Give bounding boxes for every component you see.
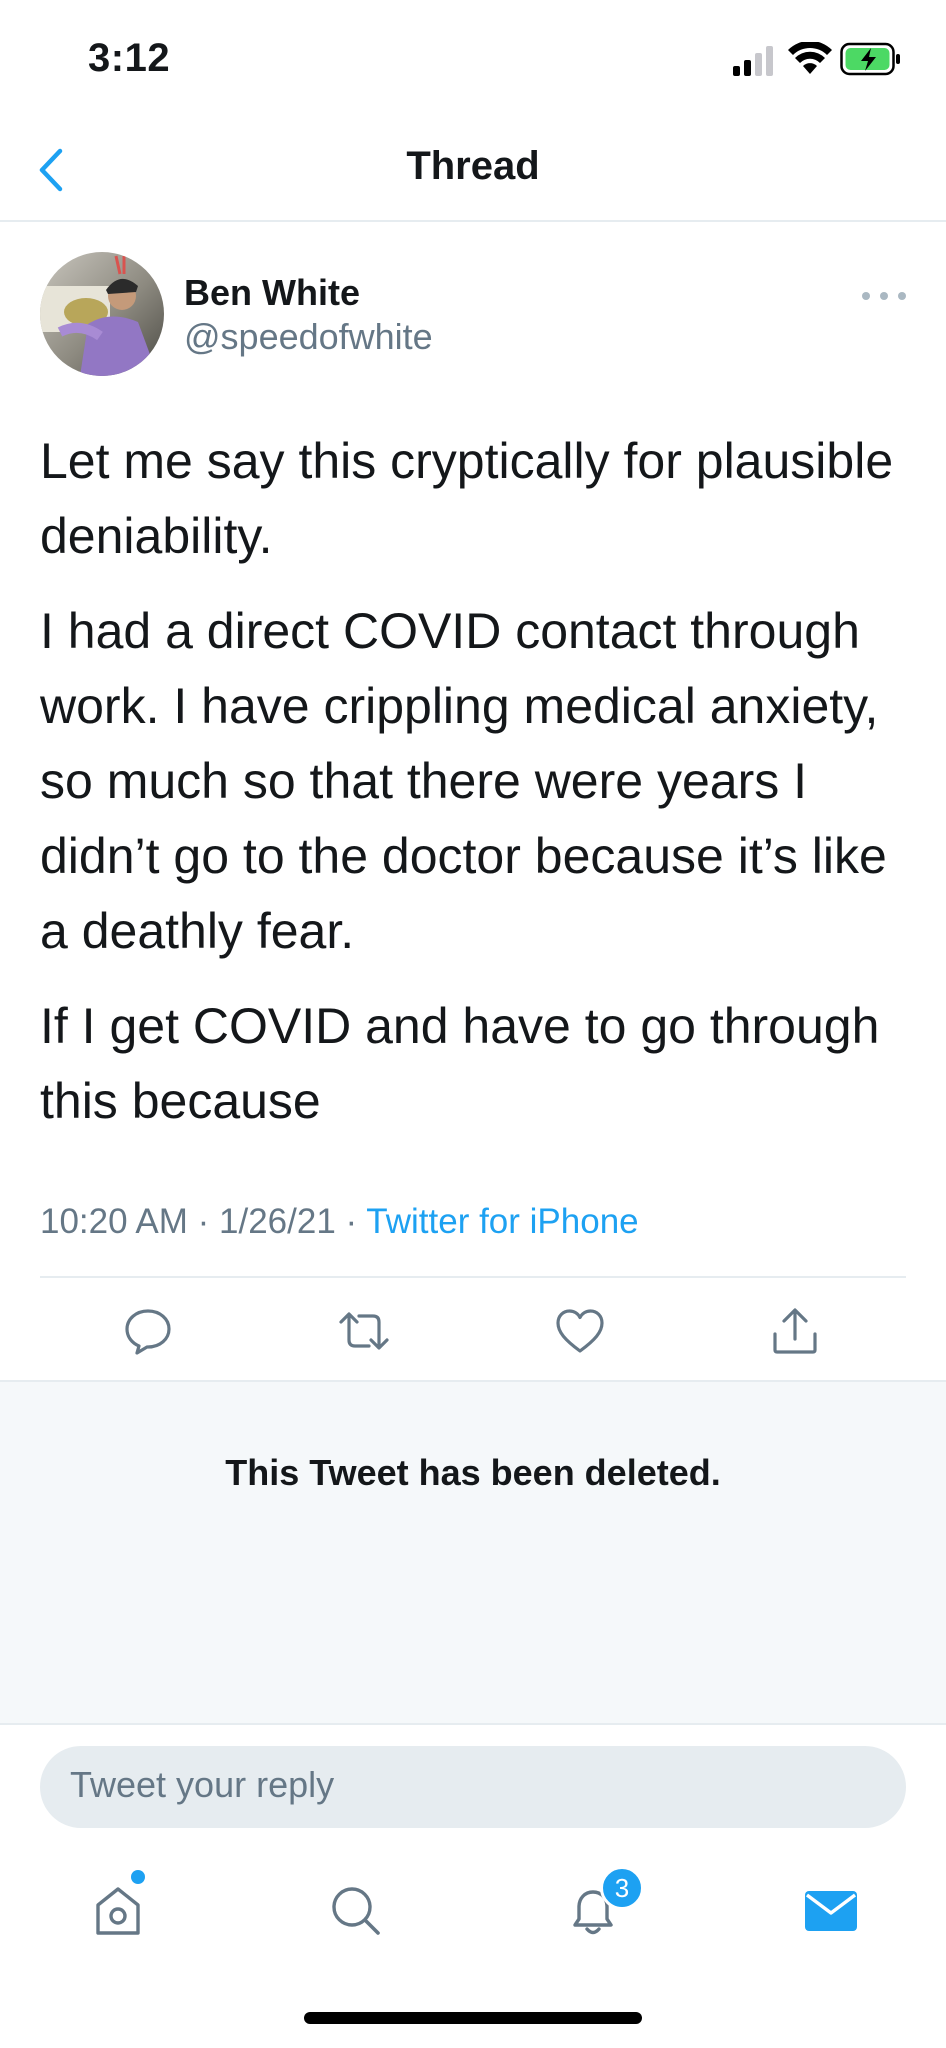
tweet-paragraph: I had a direct COVID contact through wor… xyxy=(40,603,887,959)
tab-bar: 3 xyxy=(0,1860,946,1970)
wifi-icon xyxy=(788,42,832,74)
share-button[interactable] xyxy=(768,1304,822,1358)
mail-icon xyxy=(805,1891,857,1931)
deleted-tweet-notice: This Tweet has been deleted. xyxy=(0,1380,946,1725)
author-handle[interactable]: @speedofwhite xyxy=(184,316,433,358)
home-indicator xyxy=(304,2012,642,2024)
tweet-paragraph: If I get COVID and have to go through th… xyxy=(40,998,880,1129)
author-name[interactable]: Ben White xyxy=(184,272,360,314)
reply-bar[interactable]: Tweet your reply xyxy=(40,1746,906,1828)
tweet-text: Let me say this cryptically for plausibl… xyxy=(40,424,920,1159)
retweet-button[interactable] xyxy=(337,1304,391,1358)
tab-home[interactable] xyxy=(83,1876,153,1946)
tweet-paragraph: Let me say this cryptically for plausibl… xyxy=(40,433,894,564)
tweet-source-link[interactable]: Twitter for iPhone xyxy=(366,1202,638,1241)
like-button[interactable] xyxy=(553,1304,607,1358)
reply-button[interactable] xyxy=(121,1304,175,1358)
status-bar: 3:12 xyxy=(0,0,946,120)
comment-icon xyxy=(125,1309,171,1355)
notifications-badge: 3 xyxy=(600,1866,644,1910)
avatar[interactable] xyxy=(40,252,164,376)
avatar-photo xyxy=(40,252,164,376)
deleted-tweet-text: This Tweet has been deleted. xyxy=(225,1452,721,1493)
meta-separator: · xyxy=(197,1202,210,1241)
more-horizontal-icon xyxy=(862,292,870,300)
status-time: 3:12 xyxy=(88,36,171,80)
tweet-time: 10:20 AM xyxy=(40,1202,188,1241)
search-icon xyxy=(332,1887,380,1935)
heart-icon xyxy=(556,1309,604,1353)
home-icon xyxy=(96,1887,140,1935)
tab-search[interactable] xyxy=(321,1876,391,1946)
tweet-meta: 10:20 AM · 1/26/21 · Twitter for iPhone xyxy=(40,1202,639,1242)
cellular-signal-icon xyxy=(733,46,773,76)
more-options-button[interactable] xyxy=(862,286,906,306)
share-icon xyxy=(773,1308,817,1354)
tweet-date: 1/26/21 xyxy=(219,1202,336,1241)
page-title: Thread xyxy=(406,144,540,188)
tweet-actions xyxy=(0,1278,946,1382)
thread-header: Thread xyxy=(0,120,946,222)
battery-charging-icon xyxy=(840,42,900,76)
home-unread-dot xyxy=(131,1870,145,1884)
reply-input[interactable]: Tweet your reply xyxy=(70,1764,334,1806)
retweet-icon xyxy=(339,1312,389,1350)
meta-separator: · xyxy=(345,1202,358,1241)
tab-messages[interactable] xyxy=(796,1876,866,1946)
